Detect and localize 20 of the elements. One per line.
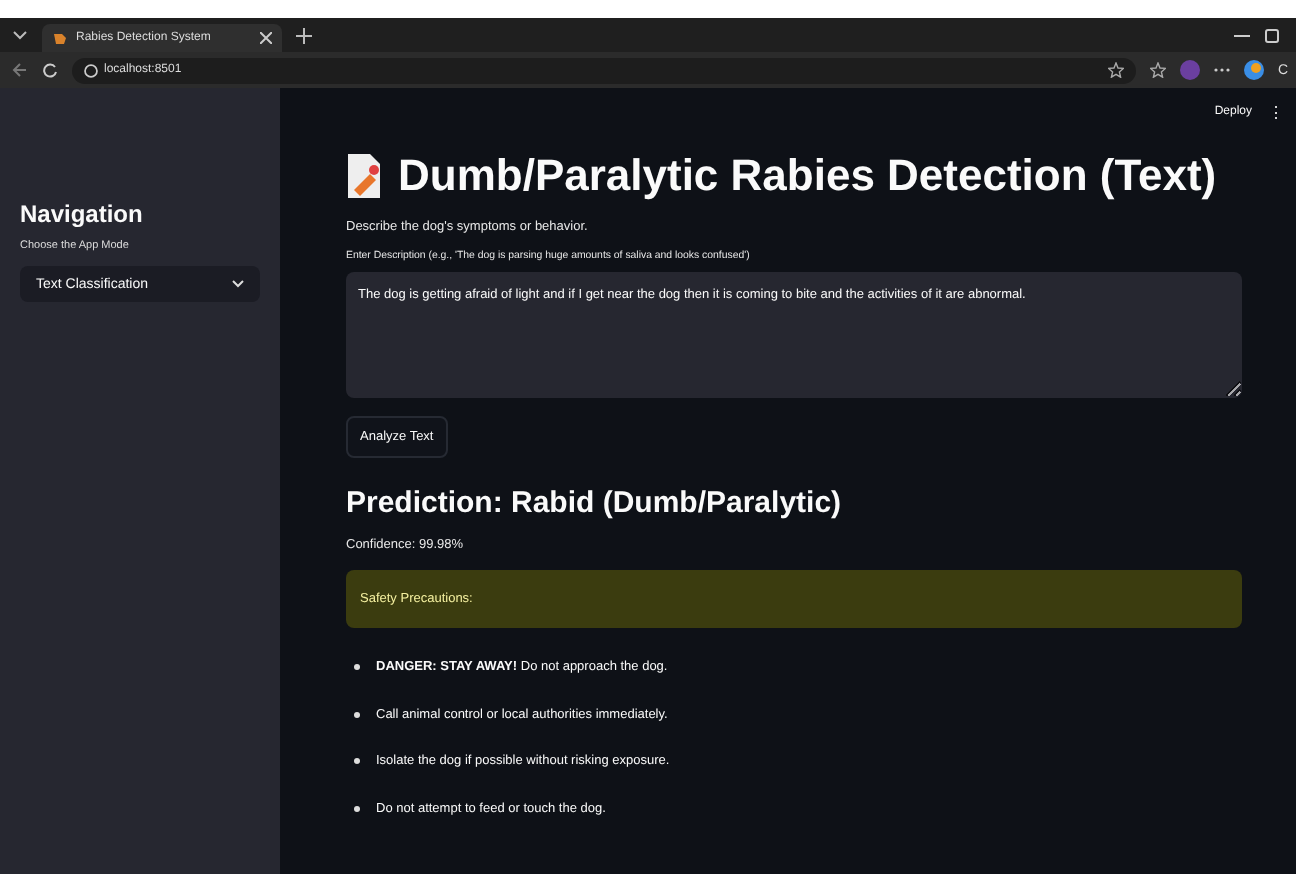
info-icon bbox=[84, 63, 98, 77]
bullet-icon bbox=[354, 758, 360, 765]
maximize-icon[interactable] bbox=[1264, 27, 1280, 43]
bullet-icon bbox=[354, 805, 360, 812]
page-title: Dumb/Paralytic Rabies Detection (Text) bbox=[398, 150, 1217, 202]
star-icon[interactable] bbox=[1107, 62, 1124, 78]
document-icon bbox=[346, 152, 382, 200]
favorites-icon[interactable] bbox=[1149, 62, 1166, 78]
refresh-icon[interactable] bbox=[42, 62, 58, 78]
new-tab-icon[interactable] bbox=[296, 27, 312, 43]
prediction-heading: Prediction: Rabid (Dumb/Paralytic) bbox=[346, 486, 844, 520]
tab-list-icon[interactable] bbox=[12, 29, 28, 41]
close-icon[interactable] bbox=[260, 32, 272, 44]
menu-button[interactable]: ⋮ bbox=[1268, 106, 1284, 122]
bullet-icon bbox=[354, 711, 360, 718]
back-icon[interactable] bbox=[12, 62, 28, 78]
sidebar-title: Navigation bbox=[20, 200, 145, 228]
chevron-icon bbox=[232, 280, 244, 288]
more-icon[interactable] bbox=[1213, 66, 1230, 74]
bullet-icon bbox=[354, 664, 360, 671]
